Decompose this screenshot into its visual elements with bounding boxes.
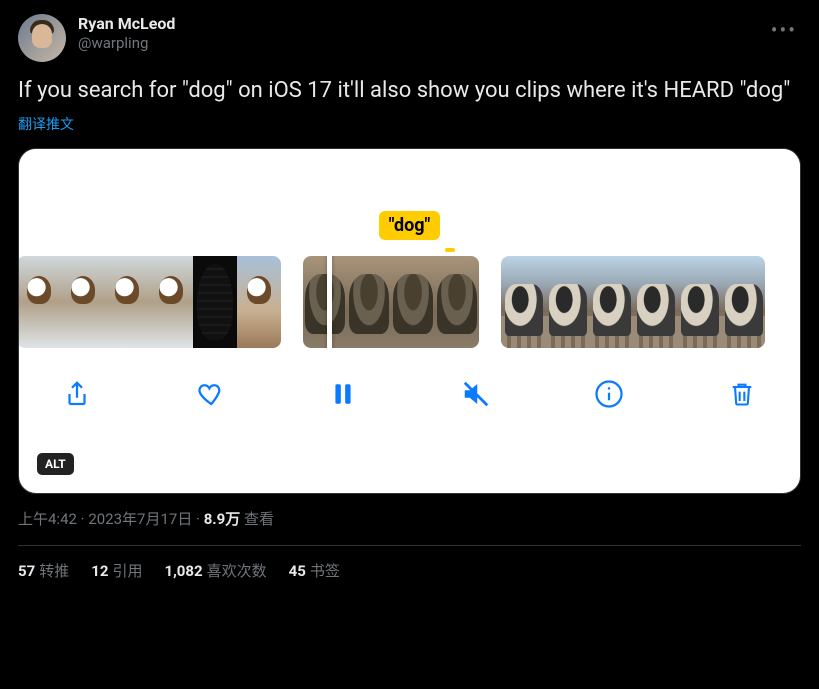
clip-group-3[interactable]	[501, 256, 765, 348]
video-frame	[149, 256, 193, 348]
video-frame	[545, 256, 589, 348]
like-button[interactable]	[192, 376, 228, 412]
trash-icon	[728, 379, 756, 409]
delete-button[interactable]	[724, 376, 760, 412]
tweet-time[interactable]: 上午4:42	[18, 510, 77, 528]
display-name: Ryan McLeod	[78, 14, 175, 34]
pause-button[interactable]	[325, 376, 361, 412]
video-frame	[391, 256, 435, 348]
playhead-tick-icon	[445, 248, 455, 252]
tweet-stats: 57转推 12引用 1,082喜欢次数 45书签	[18, 560, 801, 581]
views-count: 8.9万	[204, 510, 241, 528]
video-frame	[303, 256, 347, 348]
video-frame	[589, 256, 633, 348]
video-frame	[105, 256, 149, 348]
retweets-stat[interactable]: 57转推	[18, 560, 69, 581]
video-frame	[633, 256, 677, 348]
info-icon	[594, 379, 624, 409]
video-timeline[interactable]	[19, 256, 800, 348]
heart-icon	[195, 379, 225, 409]
likes-stat[interactable]: 1,082喜欢次数	[164, 560, 266, 581]
quotes-stat[interactable]: 12引用	[91, 560, 142, 581]
user-handle: @warpling	[78, 34, 175, 53]
mute-button[interactable]	[458, 376, 494, 412]
user-block[interactable]: Ryan McLeod @warpling	[78, 14, 175, 53]
ellipsis-icon: •••	[771, 18, 797, 42]
divider	[18, 545, 801, 546]
share-button[interactable]	[59, 376, 95, 412]
search-term-row: "dog"	[19, 211, 800, 248]
avatar[interactable]	[18, 14, 66, 62]
video-frame	[435, 256, 479, 348]
bookmarks-stat[interactable]: 45书签	[289, 560, 340, 581]
pause-icon	[330, 379, 356, 409]
tweet-date[interactable]: 2023年7月17日	[88, 510, 192, 528]
translate-link[interactable]: 翻译推文	[18, 114, 801, 134]
video-frame	[721, 256, 765, 348]
search-term-badge: "dog"	[379, 211, 441, 240]
tweet-container: Ryan McLeod @warpling ••• If you search …	[0, 0, 819, 581]
video-frame	[193, 256, 237, 348]
tweet-header: Ryan McLeod @warpling •••	[18, 14, 801, 62]
video-frame	[19, 256, 61, 348]
video-frame	[237, 256, 281, 348]
share-icon	[62, 379, 92, 409]
tweet-meta: 上午4:42 · 2023年7月17日 · 8.9万 查看	[18, 508, 801, 529]
video-frame	[677, 256, 721, 348]
media-controls	[19, 348, 800, 412]
video-frame	[347, 256, 391, 348]
media-card[interactable]: "dog"	[18, 148, 801, 494]
alt-badge[interactable]: ALT	[37, 453, 74, 475]
media-whitespace	[19, 149, 800, 211]
tweet-text: If you search for "dog" on iOS 17 it'll …	[18, 76, 801, 106]
info-button[interactable]	[591, 376, 627, 412]
speaker-muted-icon	[461, 379, 491, 409]
clip-group-2[interactable]	[303, 256, 479, 348]
video-frame	[61, 256, 105, 348]
more-button[interactable]: •••	[767, 14, 801, 46]
clip-group-1[interactable]	[19, 256, 281, 348]
video-frame	[501, 256, 545, 348]
playhead[interactable]	[327, 256, 332, 348]
views-label: 查看	[240, 510, 274, 528]
